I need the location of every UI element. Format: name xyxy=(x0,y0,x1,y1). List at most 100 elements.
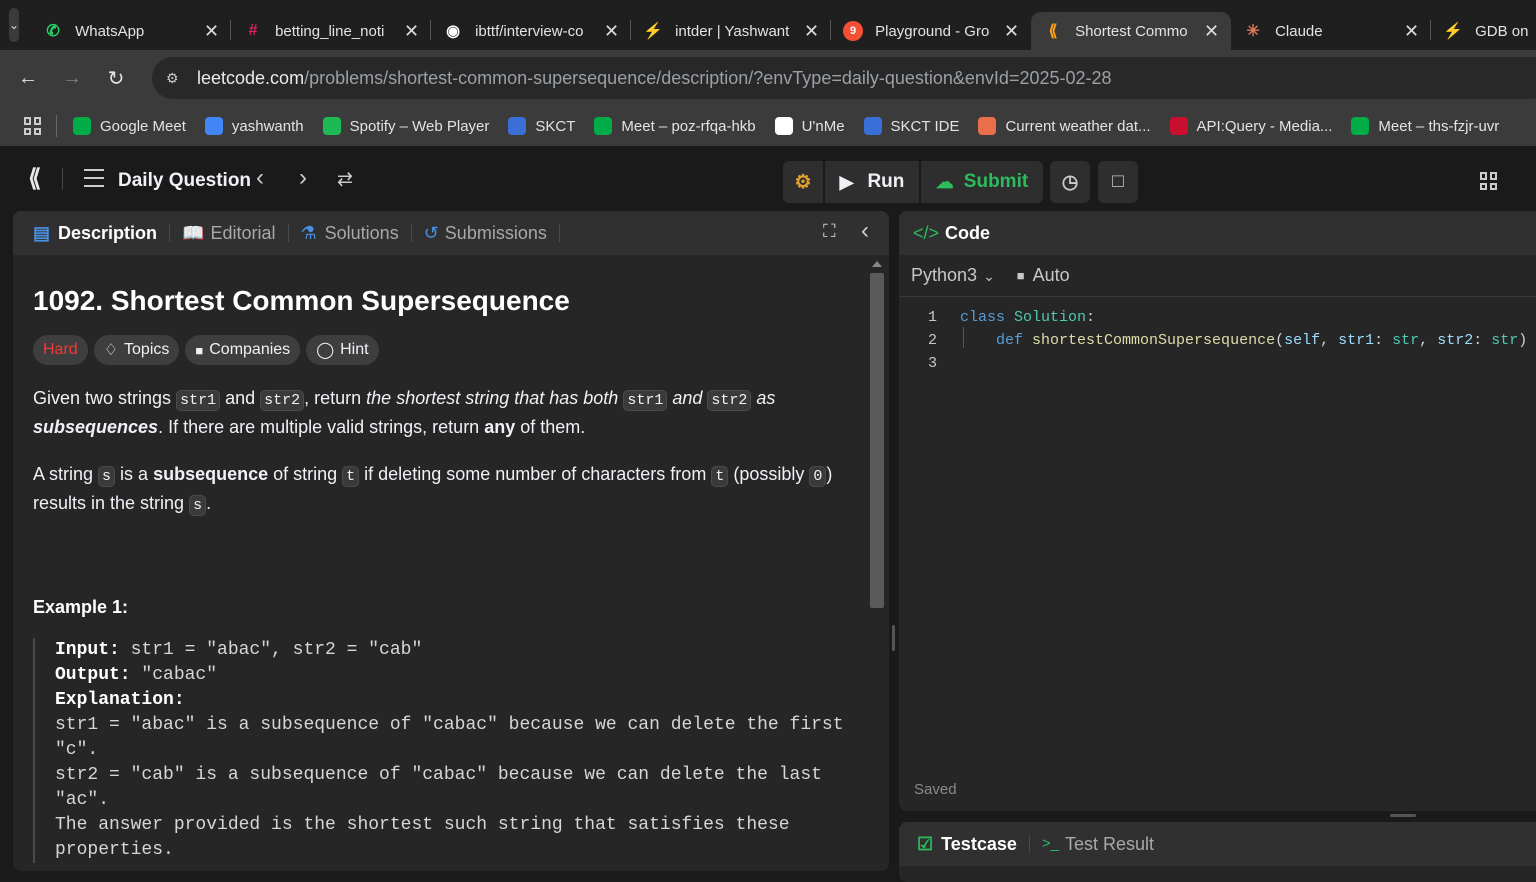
tab-editorial[interactable]: 📖 Editorial xyxy=(170,224,289,242)
difficulty-badge: Hard xyxy=(33,335,88,365)
testcase-panel: ☑ Testcase >_ Test Result xyxy=(899,822,1536,882)
debug-button[interactable]: ⚙ xyxy=(783,161,823,203)
groq-icon: 9 xyxy=(843,21,864,41)
submit-button[interactable]: ☁ Submit xyxy=(921,161,1043,203)
close-tab-icon[interactable]: ✕ xyxy=(204,21,219,42)
browser-tab[interactable]: 9 Playground - Gro ✕ xyxy=(831,12,1031,50)
explanation-line: "ac". xyxy=(55,790,110,810)
back-button[interactable]: ← xyxy=(6,67,50,90)
browser-tab[interactable]: ⟪ Shortest Commo ✕ xyxy=(1031,12,1232,50)
lock-icon: ■ xyxy=(195,342,204,358)
reload-icon: ↻ xyxy=(107,67,125,90)
leetcode-logo-icon[interactable]: ⟪ xyxy=(28,166,50,192)
tab-test-result[interactable]: >_ Test Result xyxy=(1030,835,1166,853)
bookmark-list: Google Meet yashwanth Spotify – Web Player… xyxy=(73,117,1518,135)
bookmark-item[interactable]: yashwanth xyxy=(204,117,304,135)
scroll-up-arrow[interactable] xyxy=(872,261,882,267)
tab-title: Claude xyxy=(1275,22,1323,40)
reload-button[interactable]: ↻ xyxy=(94,66,138,91)
close-tab-icon[interactable]: ✕ xyxy=(1404,21,1419,42)
close-tab-icon[interactable]: ✕ xyxy=(404,21,419,42)
whatsapp-icon: ✆ xyxy=(46,23,60,40)
tab-title: GDB on xyxy=(1475,22,1529,40)
shuffle-icon[interactable]: ⇄ xyxy=(337,168,353,191)
site-settings-icon[interactable]: ⚙ xyxy=(166,70,179,87)
bookmark-label: Current weather dat... xyxy=(1005,117,1151,135)
bookmark-item[interactable]: Meet – poz-rfqa-hkb xyxy=(594,117,756,135)
tab-testcase[interactable]: ☑ Testcase xyxy=(905,835,1030,853)
explanation-line: str1 = "abac" is a subsequence of "cabac… xyxy=(55,715,844,735)
layout-grid-icon[interactable] xyxy=(1480,172,1498,190)
scrollbar-thumb[interactable] xyxy=(870,273,884,608)
next-problem-icon[interactable]: › xyxy=(299,164,307,192)
apps-grid-icon[interactable] xyxy=(24,117,42,135)
browser-tab[interactable]: ⚡ intder | Yashwant ✕ xyxy=(631,12,832,50)
prev-problem-icon[interactable]: ‹ xyxy=(256,164,264,192)
bookmark-item[interactable]: Current weather dat... xyxy=(978,117,1151,135)
browser-tab-bar: ⌄ ✆ WhatsApp ✕ # betting_line_noti ✕ ◉ ibttf/in… xyxy=(0,0,1536,50)
tab-submissions[interactable]: ↺ Submissions xyxy=(412,224,560,242)
editor-toolbar: Python3 ⌄ ■ Auto xyxy=(899,255,1536,297)
browser-tab[interactable]: ◉ ibttf/interview-co ✕ xyxy=(431,12,632,50)
bookmark-label: yashwanth xyxy=(231,117,304,135)
bookmark-item[interactable]: SKCT IDE xyxy=(863,117,960,135)
tab-submissions-label: Submissions xyxy=(444,223,547,243)
problem-list-icon[interactable] xyxy=(84,169,104,187)
tab-description-label: Description xyxy=(58,223,158,243)
url-field[interactable]: ⚙ leetcode.com/problems/shortest-common-… xyxy=(152,57,1536,99)
browser-tab[interactable]: ✆ WhatsApp ✕ xyxy=(31,12,232,50)
bookmark-item[interactable]: Meet – ths-fzjr-uvr xyxy=(1351,117,1499,135)
run-label: Run xyxy=(867,171,905,192)
line-number: 3 xyxy=(927,355,937,372)
collapse-left-icon[interactable]: ‹ xyxy=(861,217,869,245)
text: Given two strings xyxy=(33,388,177,408)
bookmark-label: SKCT IDE xyxy=(890,117,960,135)
testcase-tabs: ☑ Testcase >_ Test Result xyxy=(899,822,1536,866)
tab-title: WhatsApp xyxy=(75,22,145,40)
example-output: Output: "cabac" xyxy=(55,663,863,688)
timer-button[interactable]: ◷ xyxy=(1050,161,1090,203)
bookmark-item[interactable]: Google Meet xyxy=(73,117,186,135)
panel-resize-handle[interactable] xyxy=(892,625,895,651)
play-icon: ▶ xyxy=(839,171,854,192)
browser-tab[interactable]: # betting_line_noti ✕ xyxy=(231,12,432,50)
explanation-line: "c". xyxy=(55,740,99,760)
bookmark-label: Spotify – Web Player xyxy=(349,117,490,135)
close-tab-icon[interactable]: ✕ xyxy=(604,21,619,42)
tab-search-button[interactable]: ⌄ xyxy=(9,8,20,42)
code-editor[interactable]: 1 2 3 class Solution: def shortestCommon… xyxy=(899,297,1536,777)
address-bar-row: ← → ↻ ⚙ leetcode.com/problems/shortest-c… xyxy=(0,50,1536,106)
tab-description[interactable]: ▤ Description xyxy=(21,223,171,243)
fullscreen-icon[interactable]: ⛶ xyxy=(823,221,836,242)
close-tab-icon[interactable]: ✕ xyxy=(1204,21,1219,42)
hint-pill[interactable]: ◯ Hint xyxy=(306,335,379,365)
notes-button[interactable]: □ xyxy=(1098,161,1138,203)
browser-tab[interactable]: ✳ Claude ✕ xyxy=(1231,12,1432,50)
explanation-heading: Explanation: xyxy=(55,690,185,710)
close-tab-icon[interactable]: ✕ xyxy=(804,21,819,42)
tab-solutions[interactable]: ⚗ Solutions xyxy=(289,224,412,242)
inline-code: s xyxy=(98,466,116,487)
slack-icon: # xyxy=(248,22,258,39)
bookmark-item[interactable]: API:Query - Media... xyxy=(1169,117,1332,135)
bookmark-label: Meet – ths-fzjr-uvr xyxy=(1378,117,1500,135)
bookmark-label: Meet – poz-rfqa-hkb xyxy=(621,117,756,135)
companies-pill[interactable]: ■ Companies xyxy=(185,335,301,365)
language-select[interactable]: Python3 ⌄ xyxy=(911,265,995,286)
bookmark-item[interactable]: U'nMe xyxy=(774,117,845,135)
vertical-resize-handle[interactable] xyxy=(1390,814,1416,817)
topics-pill[interactable]: ♢ Topics xyxy=(93,335,180,365)
run-button[interactable]: ▶ Run xyxy=(825,161,919,203)
forward-button[interactable]: → xyxy=(50,67,94,90)
bookmark-favicon-icon xyxy=(863,117,882,135)
bookmark-item[interactable]: SKCT xyxy=(508,117,575,135)
browser-tab[interactable]: ⚡ GDB on xyxy=(1431,12,1536,50)
lightbulb-icon: ◯ xyxy=(316,342,335,359)
close-tab-icon[interactable]: ✕ xyxy=(1004,21,1019,42)
bookmark-item[interactable]: Spotify – Web Player xyxy=(322,117,490,135)
text: any xyxy=(484,417,516,437)
text: A string xyxy=(33,464,99,484)
daily-question-label[interactable]: Daily Question xyxy=(118,170,251,192)
auto-mode-label[interactable]: Auto xyxy=(1033,265,1070,286)
scrollbar-track[interactable] xyxy=(869,259,885,871)
